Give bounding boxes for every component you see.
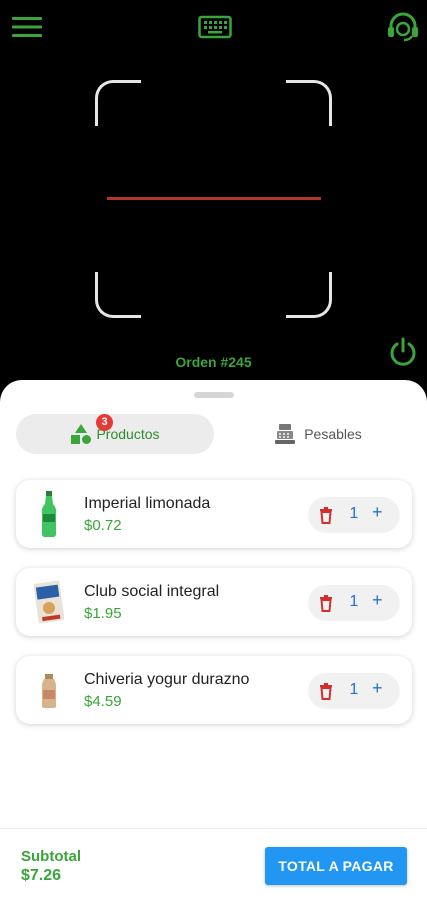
cart-sheet: Productos 3 Pesables Imperial limonada $… <box>0 380 427 900</box>
product-image-green-bottle <box>41 491 57 537</box>
scan-frame-corner-top-left <box>95 80 141 126</box>
product-image-cracker-pack <box>34 580 64 624</box>
sheet-drag-handle[interactable] <box>194 392 234 398</box>
trash-icon[interactable] <box>318 594 334 612</box>
quantity-value: 1 <box>349 593 359 610</box>
quantity-stepper: 1 + <box>308 585 400 621</box>
scan-frame-corner-bottom-right <box>286 272 332 318</box>
product-image-yogurt-bottle <box>42 674 56 708</box>
plus-icon[interactable]: + <box>372 678 383 699</box>
scan-line <box>107 197 321 200</box>
scanner-area: Orden #245 <box>0 0 427 400</box>
shapes-icon <box>71 424 92 444</box>
plus-icon[interactable]: + <box>372 502 383 523</box>
products-count-badge: 3 <box>96 414 113 431</box>
category-tabs: Productos 3 Pesables <box>16 414 412 454</box>
scan-frame-corner-bottom-left <box>95 272 141 318</box>
plus-icon[interactable]: + <box>372 590 383 611</box>
product-name: Club social integral <box>84 583 220 600</box>
quantity-value: 1 <box>349 681 359 698</box>
product-name: Imperial limonada <box>84 495 211 512</box>
tab-pesables-label: Pesables <box>304 426 362 442</box>
scan-frame-corner-top-right <box>286 80 332 126</box>
power-icon[interactable] <box>387 336 419 368</box>
quantity-value: 1 <box>349 505 359 522</box>
list-item[interactable]: Chiveria yogur durazno $4.59 1 + <box>16 656 412 724</box>
product-price: $1.95 <box>84 605 122 622</box>
trash-icon[interactable] <box>318 682 334 700</box>
total-to-pay-button[interactable]: TOTAL A PAGAR <box>265 847 407 885</box>
tab-productos[interactable]: Productos <box>16 414 214 454</box>
product-name: Chiveria yogur durazno <box>84 671 250 688</box>
checkout-footer: Subtotal $7.26 TOTAL A PAGAR <box>0 828 427 900</box>
subtotal-value: $7.26 <box>21 867 62 884</box>
hamburger-menu-icon[interactable] <box>12 14 42 40</box>
list-item[interactable]: Club social integral $1.95 1 + <box>16 568 412 636</box>
list-item[interactable]: Imperial limonada $0.72 1 + <box>16 480 412 548</box>
keyboard-icon[interactable] <box>198 14 232 40</box>
order-number: Orden #245 <box>175 354 252 370</box>
subtotal-label: Subtotal <box>21 848 81 865</box>
support-agent-icon[interactable] <box>386 10 420 42</box>
tab-pesables[interactable]: Pesables <box>224 414 412 454</box>
product-price: $4.59 <box>84 693 122 710</box>
trash-icon[interactable] <box>318 506 334 524</box>
quantity-stepper: 1 + <box>308 497 400 533</box>
quantity-stepper: 1 + <box>308 673 400 709</box>
scale-register-icon <box>275 424 296 444</box>
product-price: $0.72 <box>84 517 122 534</box>
